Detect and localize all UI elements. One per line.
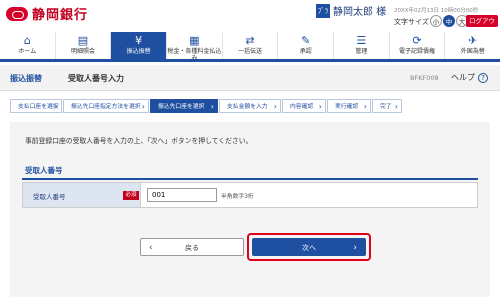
- field-label-cell: 受取人番号 必須: [23, 183, 141, 207]
- nav-item-transfer[interactable]: ⇄ 一括伝送: [223, 32, 279, 59]
- main-content: 事前登録口座の受取人番号を入力の上、「次へ」ボタンを押してください。 受取人番号…: [10, 122, 490, 297]
- home-icon: ⌂: [23, 34, 31, 47]
- next-button[interactable]: 次へ ›: [252, 238, 366, 256]
- nav-label: 承認: [299, 48, 312, 55]
- step-item: 実行確認: [327, 99, 371, 114]
- user-name: 静岡太郎 様: [333, 7, 387, 18]
- tax-icon: ▦: [189, 34, 200, 47]
- bank-name: 静岡銀行: [32, 8, 89, 23]
- ereceivable-icon: ⟳: [412, 34, 422, 47]
- chevron-left-icon: ‹: [149, 243, 153, 253]
- logout-button[interactable]: ログアウト: [466, 15, 498, 37]
- nav-item-forex[interactable]: ✈ 外国為替: [445, 32, 500, 59]
- section-title: 受取人番号: [25, 166, 63, 175]
- nav-item-manage[interactable]: ☰ 管理: [334, 32, 390, 59]
- nav-label: 税金・各種料金払込み: [167, 48, 222, 62]
- yen-icon: ¥: [135, 34, 143, 47]
- field-label: 受取人番号: [33, 193, 66, 201]
- nav-item-ereceivable[interactable]: ⟳ 電子記録債権: [390, 32, 446, 59]
- bank-logo-icon: [6, 6, 28, 21]
- step-item: 振込先口座を選択: [150, 99, 218, 114]
- chevron-right-icon: ›: [353, 243, 357, 253]
- step-item: 内容確認: [282, 99, 326, 114]
- font-small-button[interactable]: 小: [430, 15, 442, 27]
- back-button[interactable]: ‹ 戻る: [140, 238, 244, 256]
- recipient-number-row: 受取人番号 必須 半角数字3桁: [22, 182, 478, 208]
- help-link[interactable]: ヘルプ ?: [451, 72, 488, 83]
- nav-item-tax[interactable]: ▦ 税金・各種料金払込み: [167, 32, 223, 62]
- page-category: 振込振替: [10, 74, 42, 83]
- approval-icon: ✎: [301, 34, 311, 47]
- nav-label: 一括伝送: [238, 48, 263, 55]
- nav-label: 外国為替: [460, 48, 485, 55]
- instruction-text: 事前登録口座の受取人番号を入力の上、「次へ」ボタンを押してください。: [25, 137, 253, 145]
- nav-label: 振込振替: [126, 48, 151, 55]
- back-label: 戻る: [185, 244, 199, 252]
- nav-label: 管理: [355, 48, 368, 55]
- step-item: 支払金額を入力: [219, 99, 281, 114]
- nav-label: ホーム: [18, 48, 37, 55]
- global-nav: ⌂ ホーム ▤ 明細照会 ¥ 振込振替 ▦ 税金・各種料金払込み ⇄ 一括伝送 ✎ 承認 ☰ 管理 ⟳ 電子記…: [0, 32, 500, 62]
- nav-item-yen[interactable]: ¥ 振込振替: [111, 32, 168, 59]
- last-login-time: 20XX年02月13日 10時00分00秒: [394, 8, 479, 14]
- next-label: 次へ: [302, 244, 316, 252]
- help-label: ヘルプ: [451, 73, 475, 82]
- nav-item-home[interactable]: ⌂ ホーム: [0, 32, 56, 59]
- font-medium-button[interactable]: 中: [443, 15, 455, 27]
- screen-id: BFKF008: [410, 74, 439, 82]
- help-icon: ?: [478, 72, 488, 83]
- title-bar: 振込振替 受取人番号入力 BFKF008 ヘルプ ?: [0, 65, 500, 91]
- step-item: 振込先口座指定方法を選択: [63, 99, 149, 114]
- page-title: 受取人番号入力: [68, 74, 124, 83]
- forex-icon: ✈: [468, 34, 478, 47]
- document-icon: ▤: [77, 34, 89, 47]
- user-info: ﾌﾞﾗ 静岡太郎 様: [316, 3, 386, 18]
- step-item: 完了: [372, 99, 402, 114]
- progress-steps: 支払口座を選択振込先口座指定方法を選択振込先口座を選択支払金額を入力内容確認実行…: [10, 99, 490, 114]
- nav-label: 明細照会: [71, 48, 96, 55]
- font-size-label: 文字サイズ: [394, 18, 429, 26]
- nav-item-document[interactable]: ▤ 明細照会: [56, 32, 112, 59]
- user-icon: ﾌﾞﾗ: [316, 3, 330, 18]
- nav-item-approval[interactable]: ✎ 承認: [278, 32, 335, 59]
- manage-icon: ☰: [356, 34, 367, 47]
- nav-label: 電子記録債権: [399, 48, 436, 55]
- bank-logo: 静岡銀行: [6, 4, 88, 23]
- recipient-number-input[interactable]: [147, 188, 217, 202]
- header: 静岡銀行 ﾌﾞﾗ 静岡太郎 様 20XX年02月13日 10時00分00秒 文字…: [0, 0, 500, 37]
- section-divider: [22, 178, 478, 180]
- step-item: 支払口座を選択: [10, 99, 62, 114]
- field-hint: 半角数字3桁: [221, 194, 254, 200]
- transfer-icon: ⇄: [245, 34, 255, 47]
- required-badge: 必須: [123, 191, 139, 200]
